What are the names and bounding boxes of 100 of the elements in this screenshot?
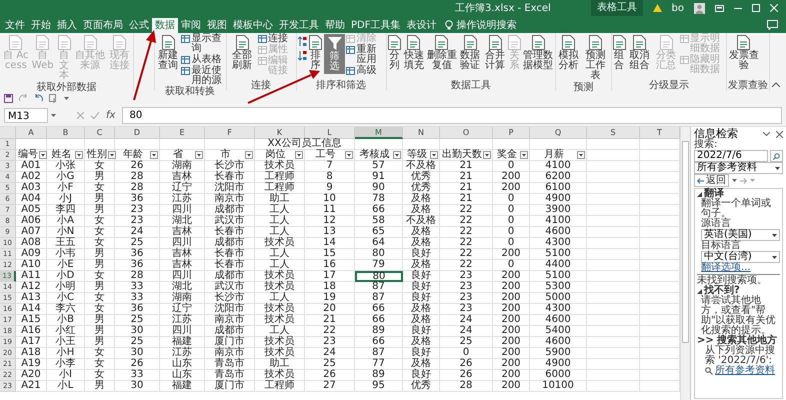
comment-icon[interactable] bbox=[767, 20, 778, 30]
column-header[interactable]: B bbox=[47, 127, 85, 139]
filter-dropdown-icon[interactable] bbox=[430, 151, 438, 159]
filter-dropdown-icon[interactable] bbox=[150, 151, 158, 159]
filter-dropdown-icon[interactable] bbox=[577, 151, 585, 159]
column-header[interactable]: D bbox=[115, 127, 160, 139]
column-header[interactable]: K bbox=[255, 127, 305, 139]
maximize-icon[interactable] bbox=[752, 4, 760, 12]
filter-dropdown-icon[interactable] bbox=[108, 151, 116, 159]
ribbon-button[interactable]: 管理数据模型 bbox=[522, 34, 554, 72]
caret-icon[interactable] bbox=[51, 114, 56, 117]
name-box[interactable]: M13 bbox=[4, 108, 48, 123]
column-header[interactable]: M bbox=[355, 127, 403, 139]
sort-button[interactable] bbox=[298, 36, 307, 47]
ribbon-tab[interactable]: 开发工具 bbox=[276, 18, 322, 33]
target-language-dropdown[interactable]: 中文(台湾) bbox=[701, 251, 780, 263]
ribbon-tab[interactable]: 文件 bbox=[2, 18, 28, 33]
ribbon-button[interactable]: 连接 bbox=[258, 34, 295, 44]
filter-dropdown-icon[interactable] bbox=[39, 151, 47, 159]
insert-function-button[interactable]: fx bbox=[106, 110, 116, 121]
back-button[interactable]: 返回 bbox=[694, 174, 729, 187]
ribbon-button[interactable]: 最近使用的源 bbox=[181, 66, 225, 86]
warning-icon[interactable] bbox=[652, 4, 662, 12]
ribbon-button[interactable]: 重新应用 bbox=[346, 45, 385, 65]
expand-triangle-icon[interactable] bbox=[697, 192, 702, 196]
search-button[interactable] bbox=[770, 150, 783, 162]
ribbon-button[interactable]: 发票查验 bbox=[728, 34, 760, 72]
search-field[interactable]: 2022/7/6 bbox=[694, 150, 768, 162]
column-header[interactable]: C bbox=[85, 127, 115, 139]
ribbon-button[interactable]: 快速填充 bbox=[402, 34, 426, 72]
ribbon-tab[interactable]: 公式 bbox=[126, 18, 152, 33]
save-icon[interactable] bbox=[4, 94, 13, 102]
ribbon-tab[interactable]: 审阅 bbox=[178, 18, 204, 33]
undo-icon[interactable] bbox=[34, 94, 43, 102]
ribbon-button[interactable]: 取消组合 bbox=[626, 34, 652, 72]
ribbon-button[interactable]: 预测工作表 bbox=[581, 34, 610, 82]
ribbon-tab[interactable]: 插入 bbox=[54, 18, 80, 33]
ribbon-button[interactable]: 高级 bbox=[346, 66, 385, 76]
ribbon-button[interactable]: 全部刷新 bbox=[228, 34, 257, 72]
ribbon-tab[interactable]: 表设计 bbox=[403, 18, 440, 33]
ribbon-button[interactable]: 合并计算 bbox=[483, 34, 508, 72]
ribbon-tab[interactable]: PDF工具集 bbox=[348, 18, 404, 33]
column-header[interactable]: T bbox=[640, 127, 680, 139]
ribbon-button[interactable]: 组合 bbox=[612, 34, 626, 72]
column-header[interactable]: N bbox=[403, 127, 440, 139]
column-header[interactable]: S bbox=[587, 127, 640, 139]
column-header[interactable]: A bbox=[16, 127, 47, 139]
filter-dropdown-icon[interactable] bbox=[393, 151, 401, 159]
ribbon-button[interactable]: 从表格 bbox=[181, 55, 225, 65]
vertical-scrollbar[interactable] bbox=[680, 127, 690, 400]
ribbon-tab[interactable]: 视图 bbox=[204, 18, 230, 33]
translation-options-link[interactable]: 翻译选项... bbox=[701, 263, 780, 273]
formula-input[interactable]: 80 bbox=[122, 107, 782, 124]
expand-triangle-icon[interactable] bbox=[697, 288, 702, 294]
close-icon[interactable] bbox=[776, 130, 783, 138]
chevron-down-icon[interactable] bbox=[763, 132, 770, 136]
ribbon-tab[interactable]: 开始 bbox=[28, 18, 54, 33]
all-sources-link[interactable]: 所有参考资料 bbox=[715, 366, 775, 376]
collapse-ribbon-icon[interactable] bbox=[772, 82, 780, 87]
lightbulb-icon[interactable] bbox=[445, 20, 454, 30]
filter-dropdown-icon[interactable] bbox=[245, 151, 253, 159]
filter-dropdown-icon[interactable] bbox=[75, 151, 83, 159]
caret-icon[interactable] bbox=[732, 179, 737, 182]
table-cell: 及格 bbox=[403, 304, 440, 315]
avatar-icon[interactable] bbox=[694, 2, 705, 14]
source-language-dropdown[interactable]: 英语(美国) bbox=[701, 229, 780, 241]
ribbon-display-icon[interactable] bbox=[715, 4, 724, 12]
column-header[interactable]: P bbox=[493, 127, 530, 139]
filter-dropdown-icon[interactable] bbox=[195, 151, 203, 159]
filter-dropdown-icon[interactable] bbox=[345, 151, 353, 159]
column-header[interactable]: Q bbox=[530, 127, 587, 139]
column-header[interactable]: F bbox=[205, 127, 255, 139]
filter-dropdown-icon[interactable] bbox=[483, 151, 491, 159]
section-heading[interactable]: 翻译 bbox=[704, 189, 724, 199]
ribbon-tab[interactable]: 帮助 bbox=[322, 18, 348, 33]
selected-cell[interactable]: 80 bbox=[355, 271, 403, 282]
ribbon-button[interactable]: 数据验证 bbox=[458, 34, 482, 72]
source-dropdown[interactable]: 所有参考资料 bbox=[694, 162, 783, 174]
filter-button[interactable]: 筛选 bbox=[324, 34, 346, 74]
ribbon-button[interactable]: 删除重复值 bbox=[426, 34, 458, 72]
ribbon-tab[interactable]: 页面布局 bbox=[80, 18, 126, 33]
user-name[interactable]: bo bbox=[672, 2, 684, 14]
ribbon-button[interactable]: 显示查询 bbox=[181, 34, 225, 54]
column-header[interactable]: E bbox=[160, 127, 205, 139]
search-elsewhere-heading[interactable]: >> 搜索其他地方 bbox=[697, 336, 780, 346]
column-header[interactable]: L bbox=[305, 127, 355, 139]
ribbon-button[interactable]: 模拟分析 bbox=[557, 34, 580, 72]
ribbon-button[interactable]: 新建查询 bbox=[156, 34, 180, 72]
filter-dropdown-icon[interactable] bbox=[520, 151, 528, 159]
customize-caret-icon[interactable] bbox=[64, 96, 69, 100]
sort-button[interactable] bbox=[298, 50, 307, 61]
ribbon-button[interactable]: 分列 bbox=[388, 34, 401, 72]
ribbon-tab[interactable]: 数据 bbox=[152, 18, 178, 33]
ribbon-button[interactable]: 排序 bbox=[308, 34, 323, 72]
column-header[interactable]: O bbox=[440, 127, 493, 139]
filter-dropdown-icon[interactable] bbox=[295, 151, 303, 159]
table-cell: 89 bbox=[355, 370, 403, 381]
tell-me-search[interactable]: 操作说明搜索 bbox=[456, 18, 516, 33]
section-heading[interactable]: 找不到? bbox=[704, 286, 740, 296]
ribbon-tab[interactable]: 模板中心 bbox=[230, 18, 276, 33]
